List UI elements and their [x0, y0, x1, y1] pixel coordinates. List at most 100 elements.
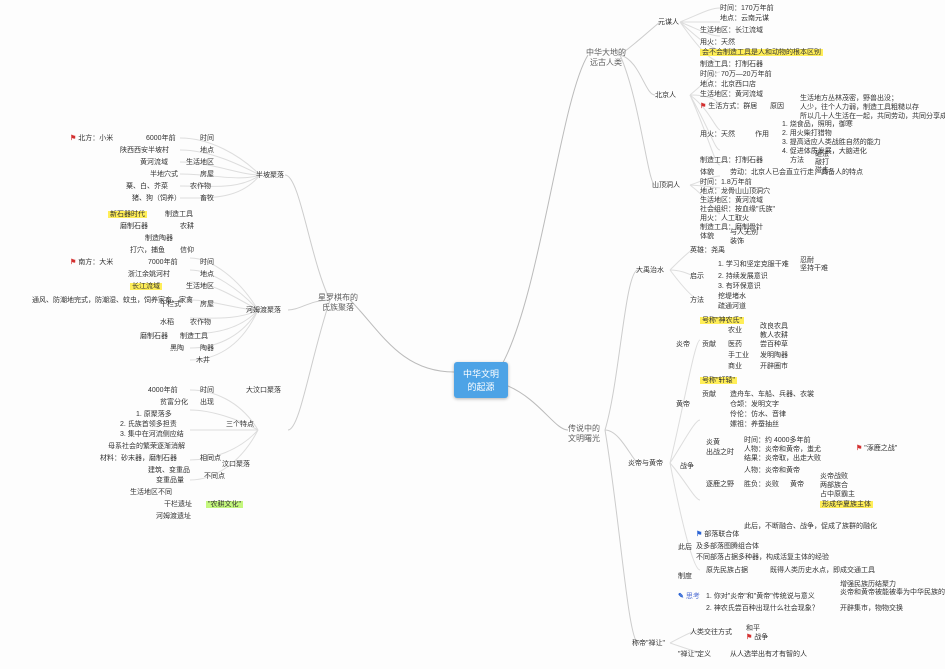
yu-i2: 2. 持续发展意识 — [718, 272, 768, 281]
node-after[interactable]: 此后 — [678, 543, 692, 552]
after-a2: 及多部落图腾组合体 — [696, 542, 759, 551]
node-neolithic[interactable]: 新石器时代 — [108, 210, 147, 219]
yu-m1: 挖堤堵水 — [718, 292, 746, 301]
war-bR: 黄帝 — [790, 480, 804, 489]
dwk-t3: 3. 集中在河流侧应结 — [120, 430, 184, 439]
node-shanrang[interactable]: 称帝"禅让" — [632, 639, 665, 648]
branch-legend[interactable]: 传说中的文明曙光 — [568, 424, 600, 445]
root-node[interactable]: 中华文明 的起源 — [454, 362, 508, 398]
war-bHl: 形成华夏族主体 — [820, 500, 873, 509]
yuan-key: 会不会制造工具是人和动物的根本区别 — [700, 48, 823, 57]
dwk-riv: 河姆渡遗址 — [156, 512, 191, 521]
war-aFlag: ⚑"涿鹿之战" — [856, 444, 897, 453]
hmd-houseR: 通风、防潮地完式，防潮湿、蚊虫，饲养家畜、家禽 — [32, 296, 193, 305]
yan-t: 号称"神农氏" — [700, 316, 744, 325]
bp-area: 生活地区 — [186, 158, 214, 167]
yu-m2: 疏通河道 — [718, 302, 746, 311]
yan-g4: 商业 — [728, 362, 742, 371]
node-hemudu[interactable]: 河姆渡聚落 — [246, 306, 281, 315]
huang-g: 贡献 — [702, 390, 716, 399]
branch-ancients[interactable]: 中华大地的远古人类 — [586, 48, 626, 69]
node-yan[interactable]: 炎帝 — [676, 340, 690, 349]
node-dawenkou[interactable]: 大汶口聚落 — [246, 386, 281, 395]
dwk-featT: "农耕文化" — [206, 500, 243, 509]
sh-w2: ⚑战争 — [746, 633, 768, 642]
dwk-other: 汶口聚落 — [222, 460, 250, 469]
hmd-cropV: 水稻 — [160, 318, 174, 327]
node-sd[interactable]: 山顶洞人 — [652, 181, 680, 190]
node-banpo[interactable]: 半坡聚落 — [256, 171, 284, 180]
war-bR3: 占中原霸主 — [820, 490, 855, 499]
neo-rev: 农耕 — [180, 222, 194, 231]
node-yanhuang[interactable]: 炎帝与黄帝 — [628, 459, 663, 468]
neo-rel: 信仰 — [180, 246, 194, 255]
bp-an: 畜牧 — [200, 194, 214, 203]
after-res: 制度 — [678, 572, 692, 581]
hmd-potV: 黑陶 — [170, 344, 184, 353]
node-yuanmou[interactable]: 元谋人 — [658, 18, 679, 27]
neo-toolT: 磨制石器 — [120, 222, 148, 231]
node-dayu[interactable]: 大禹治水 — [636, 266, 664, 275]
flag-icon: ⚑ — [70, 259, 76, 266]
dwk-time: 时间 — [200, 386, 214, 395]
war-res: 胜负：炎败 — [744, 480, 779, 489]
q1: 1. 你对"炎帝"和"黄帝"传统说与意义 — [706, 592, 815, 601]
flag-icon: ⚑ — [856, 445, 862, 452]
bj-time: 时间：70万—20万年前 — [700, 70, 772, 79]
bj-tool: 制造工具：打制石器 — [700, 156, 763, 165]
huang-g4: 嫘祖：养蚕抽丝 — [730, 420, 779, 429]
bp-areaV: 黄河流域 — [140, 158, 168, 167]
sh-w1: 和平 — [746, 624, 760, 633]
node-huang[interactable]: 黄帝 — [676, 400, 690, 409]
yan-g: 贡献 — [702, 340, 716, 349]
hmd-locV: 浙江余姚河村 — [128, 270, 170, 279]
huang-g2: 仓颉：发明文字 — [730, 400, 779, 409]
after-r1: 原先民族占据 — [706, 566, 748, 575]
yu-i1b: 坚持干难 — [800, 264, 828, 273]
bp-locV: 陕西西安半坡村 — [120, 146, 169, 155]
dwk-diffT: 出现 — [200, 398, 214, 407]
bj-reason: 原因 — [770, 102, 784, 111]
war-a2: 人物：炎帝和黄帝，蚩尤 — [744, 445, 821, 454]
dwk-o3: 变重品量 — [156, 476, 184, 485]
hmd-area: 生活地区 — [186, 282, 214, 291]
yan-g3: 手工业 — [728, 351, 749, 360]
hmd-timeV: 7000年前 — [148, 258, 178, 267]
bj-bodyT: 劳动：北京人已会直立行走，具备人的特点 — [730, 168, 863, 177]
yu-m: 方法 — [690, 296, 704, 305]
war-bR2: 两部族合 — [820, 481, 848, 490]
hmd-areaV: 长江流域 — [130, 282, 162, 291]
yan-g1: 农业 — [728, 326, 742, 335]
dwk-o1: 材料：砂末器，磨制石器 — [100, 454, 177, 463]
node-think[interactable]: ✎思考 — [678, 592, 700, 601]
bj-fire: 用火：天然 — [700, 130, 735, 139]
sd-bodyT: 与人无别 — [730, 228, 758, 237]
bj-f3: 3. 提高适应人类战胜自然的能力 — [782, 138, 881, 147]
dwk-sm: 相同点 — [200, 454, 221, 463]
yan-g4a: 开辟圈市 — [760, 362, 788, 371]
yuan-time: 时间：170万年前 — [720, 4, 774, 13]
dwk-o2: 建筑、变重品 — [148, 466, 190, 475]
sh-def: "禅让"定义 — [678, 650, 711, 659]
node-war[interactable]: 战争 — [680, 462, 694, 471]
sh-way: 人类交往方式 — [690, 628, 732, 637]
dwk-ot: 不同点 — [204, 472, 225, 481]
hmd-toolV: 磨制石器 — [140, 332, 168, 341]
node-beijing[interactable]: 北京人 — [655, 91, 676, 100]
neo-revT: 制造陶器 — [145, 234, 173, 243]
bp-loc: 地点 — [200, 146, 214, 155]
sh-defT: 从人选举出有才有智的人 — [730, 650, 807, 659]
neo-relT: 打穴，捕鱼 — [130, 246, 165, 255]
branch-clans[interactable]: 星罗棋布的氏族聚落 — [318, 293, 358, 314]
sd-fire: 用火：人工取火 — [700, 214, 749, 223]
flag-icon: ⚑ — [746, 634, 752, 641]
bj-loc: 地点：北京西口店 — [700, 80, 756, 89]
dwk-diffArea: 生活地区不同 — [130, 488, 172, 497]
bj-life: ⚑生活方式：群居 — [700, 102, 757, 111]
bj-m: 方法 — [790, 156, 804, 165]
hmd-tool: 制造工具 — [180, 332, 208, 341]
bp-north: ⚑北方：小米 — [70, 134, 113, 143]
root-l2: 的起源 — [463, 380, 499, 393]
hmd-crop: 农作物 — [190, 318, 211, 327]
question-icon: ✎ — [678, 593, 684, 600]
